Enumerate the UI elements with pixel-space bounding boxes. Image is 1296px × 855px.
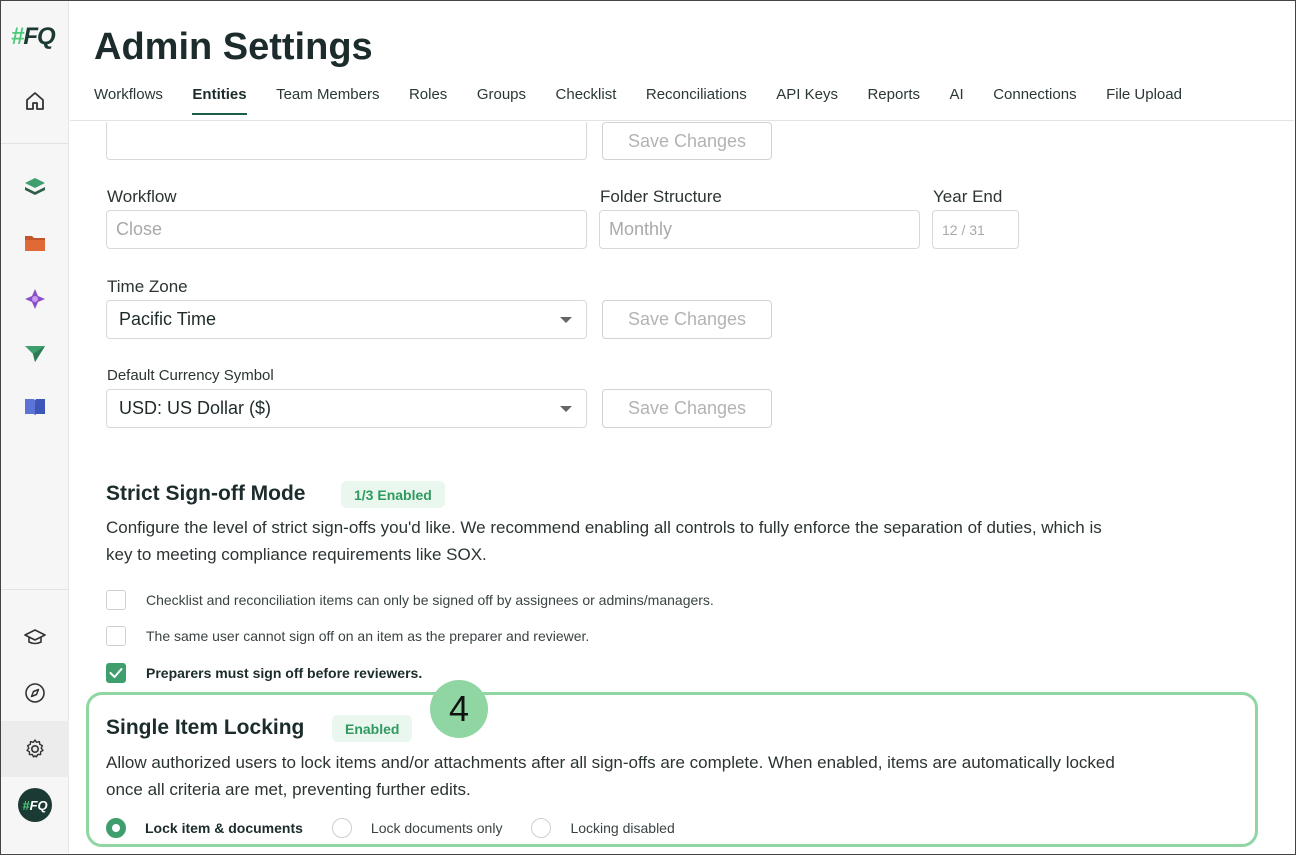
- radio-lock-documents-only[interactable]: [331, 818, 352, 838]
- checkmark-icon: [109, 668, 123, 678]
- checkbox-label: The same user cannot sign off on an item…: [146, 628, 590, 644]
- currency-label: Default Currency Symbol: [107, 367, 274, 384]
- book-icon[interactable]: [21, 393, 49, 421]
- time-zone-value: Pacific Time: [119, 309, 217, 329]
- single-item-locking-title: Single Item Locking: [106, 716, 305, 739]
- strict-signoff-status-badge: 1/3 Enabled: [341, 481, 445, 508]
- strict-signoff-description-line2: key to meeting compliance requirements l…: [106, 545, 487, 564]
- tab-checklist[interactable]: Checklist: [556, 86, 617, 117]
- sidebar: #FQ # FQ: [1, 1, 69, 853]
- signoff-option-same-user[interactable]: The same user cannot sign off on an item…: [106, 626, 589, 646]
- signoff-option-assignees[interactable]: Checklist and reconciliation items can o…: [106, 590, 714, 610]
- save-currency-button[interactable]: Save Changes: [602, 389, 772, 428]
- paper-plane-icon[interactable]: [21, 339, 49, 367]
- radio-label: Locking disabled: [570, 820, 675, 836]
- tab-team-members[interactable]: Team Members: [276, 86, 379, 117]
- folder-structure-input[interactable]: Monthly: [599, 210, 920, 249]
- sidebar-divider: [1, 589, 69, 590]
- tab-workflows[interactable]: Workflows: [94, 86, 163, 117]
- app-logo[interactable]: #FQ: [11, 23, 56, 51]
- header-divider: [70, 120, 1294, 121]
- step-number-badge: 4: [430, 680, 488, 738]
- save-changes-button[interactable]: Save Changes: [602, 122, 772, 160]
- entity-name-input[interactable]: [106, 122, 587, 160]
- signoff-option-preparers-first[interactable]: Preparers must sign off before reviewers…: [106, 663, 422, 683]
- strict-signoff-title: Strict Sign-off Mode: [106, 482, 306, 505]
- radio-label: Lock documents only: [370, 820, 503, 836]
- locking-options: Lock item & documents Lock documents onl…: [106, 818, 704, 838]
- stack-icon[interactable]: [21, 173, 49, 201]
- currency-select[interactable]: USD: US Dollar ($): [106, 389, 587, 428]
- save-time-zone-button[interactable]: Save Changes: [602, 300, 772, 339]
- tab-file-upload[interactable]: File Upload: [1106, 86, 1182, 117]
- checkbox[interactable]: [106, 626, 126, 646]
- chevron-down-icon: [560, 406, 572, 412]
- graduation-cap-icon[interactable]: [21, 623, 49, 651]
- sidebar-divider: [1, 143, 69, 144]
- year-end-label: Year End: [933, 187, 1003, 206]
- workflow-input[interactable]: Close: [106, 210, 587, 249]
- folder-structure-label: Folder Structure: [600, 187, 722, 206]
- home-icon[interactable]: [21, 87, 49, 115]
- compass-icon[interactable]: [21, 679, 49, 707]
- tab-ai[interactable]: AI: [950, 86, 964, 117]
- single-item-locking-status-badge: Enabled: [332, 715, 413, 742]
- strict-signoff-description-line1: Configure the level of strict sign-offs …: [106, 518, 1102, 537]
- time-zone-select[interactable]: Pacific Time: [106, 300, 587, 339]
- avatar[interactable]: # FQ: [18, 788, 52, 822]
- workflow-label: Workflow: [107, 187, 177, 206]
- gear-icon[interactable]: [21, 735, 49, 763]
- tab-connections[interactable]: Connections: [993, 86, 1076, 117]
- settings-tabs: Workflows Entities Team Members Roles Gr…: [94, 86, 1211, 117]
- checkbox-label: Checklist and reconciliation items can o…: [146, 592, 714, 608]
- currency-value: USD: US Dollar ($): [119, 398, 272, 418]
- page-title: Admin Settings: [94, 26, 373, 68]
- checkbox-checked[interactable]: [106, 663, 126, 683]
- radio-label: Lock item & documents: [145, 820, 303, 836]
- year-end-input[interactable]: 12 / 31: [932, 210, 1019, 249]
- radio-lock-item-documents[interactable]: [106, 818, 126, 838]
- time-zone-label: Time Zone: [107, 277, 188, 296]
- radio-locking-disabled[interactable]: [531, 818, 552, 838]
- tab-api-keys[interactable]: API Keys: [776, 86, 838, 117]
- single-item-locking-description-line2: once all criteria are met, preventing fu…: [106, 780, 471, 799]
- tab-groups[interactable]: Groups: [477, 86, 526, 117]
- single-item-locking-description-line1: Allow authorized users to lock items and…: [106, 753, 1115, 772]
- tab-roles[interactable]: Roles: [409, 86, 447, 117]
- tab-reports[interactable]: Reports: [867, 86, 920, 117]
- checkbox-label: Preparers must sign off before reviewers…: [146, 665, 423, 681]
- chevron-down-icon: [560, 317, 572, 323]
- tab-reconciliations[interactable]: Reconciliations: [646, 86, 747, 117]
- tab-entities[interactable]: Entities: [192, 86, 247, 117]
- sparkle-icon[interactable]: [21, 285, 49, 313]
- checkbox[interactable]: [106, 590, 126, 610]
- folder-icon[interactable]: [21, 229, 49, 257]
